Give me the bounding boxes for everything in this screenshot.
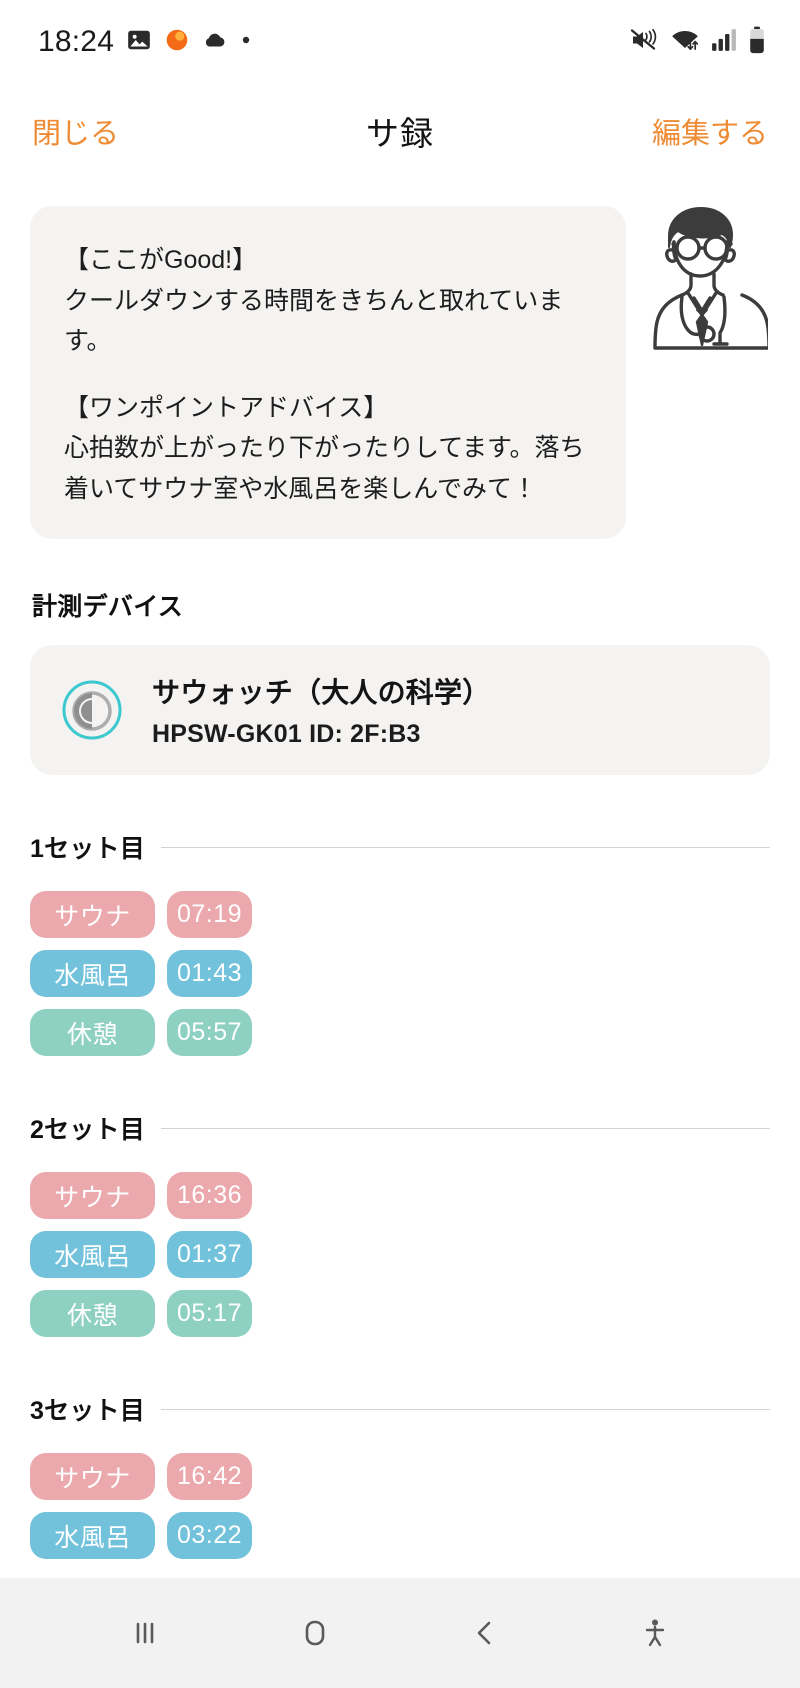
set-title: 3セット目: [30, 1397, 145, 1425]
phase-label-chip: サウナ: [30, 1172, 155, 1219]
phase-row: 水風呂 01:43: [30, 950, 770, 997]
phase-row: サウナ 16:42: [30, 1453, 770, 1500]
status-bar-left: 18:24: [38, 25, 252, 59]
advice-card: 【ここがGood!】 クールダウンする時間をきちんと取れています。 【ワンポイン…: [30, 206, 626, 539]
set-header: 2セット目: [30, 1110, 770, 1146]
phase-label-chip: サウナ: [30, 891, 155, 938]
set-title: 2セット目: [30, 1116, 145, 1144]
phase-label-chip: 休憩: [30, 1290, 155, 1337]
phase-row: 水風呂 01:37: [30, 1231, 770, 1278]
phase-duration-chip: 01:43: [167, 950, 252, 997]
advice-tip-heading: 【ワンポイントアドバイス】: [64, 393, 389, 422]
home-icon[interactable]: [275, 1593, 355, 1673]
phase-duration-chip: 05:17: [167, 1290, 252, 1337]
advice-tip-body: 心拍数が上がったり下がったりしてます。落ち着いてサウナ室や水風呂を楽しんでみて！: [64, 434, 585, 503]
status-clock: 18:24: [38, 25, 115, 58]
device-meta: HPSW-GK01 ID: 2F:B3: [152, 720, 421, 748]
phone-screen: 18:24 閉じる サ録 編集する 【ここがGood!】 クールダウンする時間を…: [0, 0, 800, 1688]
phase-duration-chip: 01:37: [167, 1231, 252, 1278]
device-text-group: サウォッチ（大人の科学） HPSW-GK01 ID: 2F:B3: [152, 671, 490, 749]
signal-icon: [711, 28, 737, 57]
device-section-label: 計測デバイス: [32, 593, 184, 621]
phase-duration-chip: 03:22: [167, 1512, 252, 1559]
advice-spacer: [64, 362, 592, 388]
advice-good-body: クールダウンする時間をきちんと取れています。: [64, 286, 564, 356]
close-button[interactable]: 閉じる: [28, 104, 123, 158]
watch-ring-icon: [60, 678, 124, 742]
small-dot-icon: [240, 33, 252, 51]
orange-dot-icon: [164, 27, 190, 58]
phase-row: 休憩 05:17: [30, 1290, 770, 1337]
phase-duration-chip: 16:36: [167, 1172, 252, 1219]
edit-button[interactable]: 編集する: [648, 104, 772, 158]
advice-good-heading: 【ここがGood!】: [64, 246, 258, 274]
doctor-illustration-icon: [636, 198, 771, 350]
phase-label-chip: 休憩: [30, 1009, 155, 1056]
set-divider: [160, 1408, 770, 1410]
device-name: サウォッチ（大人の科学）: [152, 677, 491, 708]
set-header: 1セット目: [30, 829, 770, 865]
phase-label-chip: 水風呂: [30, 1512, 155, 1559]
phase-duration-chip: 16:42: [167, 1453, 252, 1500]
recents-icon[interactable]: [105, 1593, 185, 1673]
app-header: 閉じる サ録 編集する: [0, 84, 800, 178]
cloud-icon: [202, 27, 228, 58]
mute-icon: [629, 27, 659, 58]
battery-icon: [748, 26, 766, 59]
set-block: 2セット目サウナ 16:36 水風呂 01:37 休憩 05:17: [30, 1110, 770, 1337]
device-card[interactable]: サウォッチ（大人の科学） HPSW-GK01 ID: 2F:B3: [30, 645, 770, 775]
phase-row: 休憩 05:57: [30, 1009, 770, 1056]
set-header: 3セット目: [30, 1391, 770, 1427]
set-title: 1セット目: [30, 835, 145, 863]
status-bar-right: [629, 26, 766, 59]
phase-row: 水風呂 03:22: [30, 1512, 770, 1559]
accessibility-icon[interactable]: [615, 1593, 695, 1673]
phase-row: サウナ 07:19: [30, 891, 770, 938]
status-bar: 18:24: [0, 0, 800, 84]
set-block: 3セット目サウナ 16:42 水風呂 03:22: [30, 1391, 770, 1559]
set-block: 1セット目サウナ 07:19 水風呂 01:43 休憩 05:57: [30, 829, 770, 1056]
back-icon[interactable]: [445, 1593, 525, 1673]
sets-container: 1セット目 サウナ 07:19 水風呂 01:43 休憩 05:57 2セット目 サウナ 16:3…: [30, 829, 770, 1559]
photo-icon: [126, 27, 152, 58]
set-divider: [160, 846, 770, 848]
phase-label-chip: 水風呂: [30, 1231, 155, 1278]
phase-label-chip: サウナ: [30, 1453, 155, 1500]
advice-section: 【ここがGood!】 クールダウンする時間をきちんと取れています。 【ワンポイン…: [30, 206, 771, 539]
wifi-icon: [670, 27, 700, 58]
scroll-content[interactable]: 【ここがGood!】 クールダウンする時間をきちんと取れています。 【ワンポイン…: [0, 178, 800, 1578]
set-divider: [160, 1127, 770, 1129]
phase-row: サウナ 16:36: [30, 1172, 770, 1219]
phase-duration-chip: 05:57: [167, 1009, 252, 1056]
phase-label-chip: 水風呂: [30, 950, 155, 997]
page-title: サ録: [366, 115, 434, 152]
android-nav-bar: [0, 1578, 800, 1688]
phase-duration-chip: 07:19: [167, 891, 252, 938]
